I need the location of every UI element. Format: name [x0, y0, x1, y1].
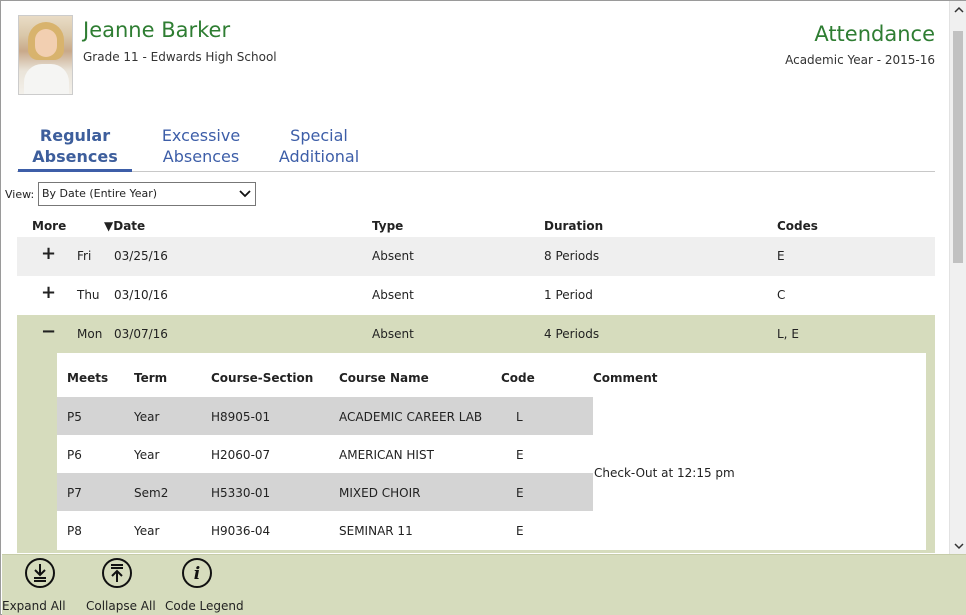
tab-excessive-absences[interactable]: Excessive Absences	[146, 125, 256, 167]
detail-term: Year	[134, 410, 160, 424]
detail-section: H2060-07	[211, 448, 271, 462]
row-duration: 1 Period	[544, 288, 593, 302]
view-label: View:	[5, 188, 35, 201]
detail-code: E	[516, 448, 524, 462]
info-icon: i	[182, 558, 212, 588]
detail-row: P5 Year H8905-01 ACADEMIC CAREER LAB L	[57, 397, 593, 435]
scroll-up-icon[interactable]	[950, 1, 966, 18]
expand-all-button[interactable]: Expand All	[2, 555, 78, 615]
row-day: Thu	[77, 288, 100, 302]
expand-all-label: Expand All	[2, 599, 66, 613]
page-title: Attendance	[814, 22, 935, 46]
column-more: More	[32, 219, 67, 233]
code-legend-label: Code Legend	[165, 599, 244, 613]
detail-course-name: MIXED CHOIR	[339, 486, 421, 500]
expand-row-button[interactable]: +	[41, 244, 56, 264]
detail-header-course-section: Course-Section	[211, 371, 314, 385]
detail-header-meets: Meets	[67, 371, 109, 385]
detail-header-course-name: Course Name	[339, 371, 429, 385]
detail-term: Year	[134, 448, 160, 462]
detail-section: H8905-01	[211, 410, 271, 424]
active-tab-indicator	[18, 169, 132, 172]
row-duration: 4 Periods	[544, 327, 600, 341]
row-detail-panel: Meets Term Course-Section Course Name Co…	[17, 353, 935, 553]
detail-code: E	[516, 524, 524, 538]
row-codes: E	[777, 249, 785, 263]
row-type: Absent	[372, 249, 414, 263]
student-name: Jeanne Barker	[83, 18, 231, 42]
row-codes: L, E	[777, 327, 799, 341]
column-type[interactable]: Type	[372, 219, 403, 233]
tab-special-additional[interactable]: Special Additional	[269, 125, 369, 167]
detail-term: Year	[134, 524, 160, 538]
expand-all-icon	[25, 558, 55, 588]
detail-header-term: Term	[134, 371, 168, 385]
row-day: Fri	[77, 249, 92, 263]
detail-meets: P6	[67, 448, 82, 462]
code-legend-button[interactable]: i Code Legend	[165, 555, 245, 615]
detail-section: H9036-04	[211, 524, 271, 538]
attendance-content: Jeanne Barker Grade 11 - Edwards High Sc…	[1, 1, 949, 554]
detail-header-comment: Comment	[593, 371, 658, 385]
detail-header-code: Code	[501, 371, 535, 385]
tab-divider	[17, 171, 935, 172]
row-codes: C	[777, 288, 786, 302]
detail-code: E	[516, 486, 524, 500]
detail-code: L	[516, 410, 523, 424]
row-date: 03/25/16	[114, 249, 168, 263]
app-window: Jeanne Barker Grade 11 - Edwards High Sc…	[0, 0, 966, 615]
scroll-thumb[interactable]	[953, 31, 963, 263]
row-duration: 8 Periods	[544, 249, 600, 263]
collapse-all-icon	[102, 558, 132, 588]
svg-text:i: i	[194, 564, 200, 583]
view-select[interactable]: By Date (Entire Year)	[38, 182, 256, 206]
footer-toolbar: Expand All Collapse All i Code Legend	[2, 554, 966, 615]
detail-course-name: SEMINAR 11	[339, 524, 413, 538]
detail-term: Sem2	[134, 486, 169, 500]
collapse-all-label: Collapse All	[86, 599, 156, 613]
collapse-all-button[interactable]: Collapse All	[86, 555, 162, 615]
row-type: Absent	[372, 288, 414, 302]
student-photo	[18, 15, 73, 95]
detail-meets: P5	[67, 410, 82, 424]
column-date[interactable]: ▼Date	[104, 219, 145, 233]
column-codes[interactable]: Codes	[777, 219, 818, 233]
tab-regular-absences[interactable]: Regular Absences	[21, 125, 129, 167]
table-row-expanded[interactable]: − Mon 03/07/16 Absent 4 Periods L, E	[17, 315, 935, 354]
chevron-down-icon	[239, 190, 251, 198]
scroll-down-icon[interactable]	[950, 537, 966, 554]
row-type: Absent	[372, 327, 414, 341]
vertical-scrollbar[interactable]	[949, 1, 966, 554]
detail-course-name: AMERICAN HIST	[339, 448, 434, 462]
detail-meets: P7	[67, 486, 82, 500]
academic-year: Academic Year - 2015-16	[785, 53, 935, 67]
detail-comment: Check-Out at 12:15 pm	[594, 466, 735, 480]
view-select-value: By Date (Entire Year)	[42, 187, 158, 200]
detail-course-name: ACADEMIC CAREER LAB	[339, 410, 483, 424]
row-date: 03/10/16	[114, 288, 168, 302]
row-day: Mon	[77, 327, 103, 341]
detail-row: P6 Year H2060-07 AMERICAN HIST E	[57, 435, 593, 473]
table-row[interactable]: + Fri 03/25/16 Absent 8 Periods E	[17, 237, 935, 276]
detail-section: H5330-01	[211, 486, 271, 500]
expand-row-button[interactable]: +	[41, 283, 56, 303]
collapse-row-button[interactable]: −	[41, 322, 56, 342]
column-duration[interactable]: Duration	[544, 219, 603, 233]
student-grade-school: Grade 11 - Edwards High School	[83, 50, 277, 64]
detail-meets: P8	[67, 524, 82, 538]
detail-row: P8 Year H9036-04 SEMINAR 11 E	[57, 511, 593, 549]
row-date: 03/07/16	[114, 327, 168, 341]
table-row[interactable]: + Thu 03/10/16 Absent 1 Period C	[17, 276, 935, 315]
detail-table: Meets Term Course-Section Course Name Co…	[57, 353, 926, 550]
detail-row: P7 Sem2 H5330-01 MIXED CHOIR E	[57, 473, 593, 511]
